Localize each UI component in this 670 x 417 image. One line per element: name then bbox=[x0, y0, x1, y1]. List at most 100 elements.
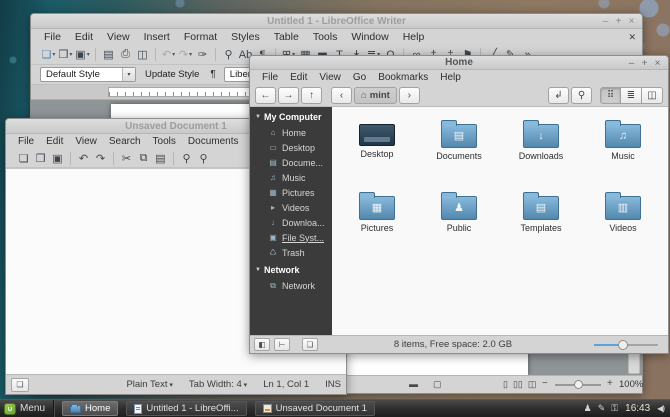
paragraph-style-select[interactable]: Default Style ▾ bbox=[40, 67, 136, 82]
sidebar-item-desktop[interactable]: ▭ Desktop bbox=[250, 140, 332, 155]
find-button[interactable]: ⚲ bbox=[178, 152, 195, 165]
xed-menu-item[interactable]: Edit bbox=[40, 136, 69, 147]
show-thumbnails-button[interactable]: ❏ bbox=[302, 338, 318, 351]
book-view-button[interactable]: ◫ bbox=[528, 379, 537, 390]
sidebar-item-music[interactable]: ♫ Music bbox=[250, 170, 332, 185]
breadcrumb[interactable]: ⌂ mint bbox=[354, 87, 397, 104]
open-button[interactable]: ❒ bbox=[32, 152, 49, 165]
close-button[interactable]: × bbox=[625, 14, 638, 29]
volume-icon[interactable]: ◀) bbox=[657, 404, 664, 413]
xed-menu-item[interactable]: Tools bbox=[147, 136, 182, 147]
find-replace-button[interactable]: ⚲ bbox=[220, 48, 237, 61]
copy-button[interactable]: ⧉ bbox=[135, 152, 152, 165]
multi-page-view-button[interactable]: ▯▯ bbox=[513, 379, 523, 390]
writer-menu-item[interactable]: Tools bbox=[306, 31, 345, 43]
sidebar-item-trash[interactable]: ♺ Trash bbox=[250, 245, 332, 260]
list-view-button[interactable]: ≣ bbox=[621, 87, 642, 104]
writer-menu-item[interactable]: Styles bbox=[224, 31, 267, 43]
writer-menu-item[interactable]: Window bbox=[344, 31, 395, 43]
zoom-in-button[interactable]: + bbox=[607, 378, 613, 389]
highlight-mode-select[interactable]: Plain Text bbox=[126, 379, 172, 390]
taskbar-window-writer[interactable]: Untitled 1 - LibreOffi... bbox=[126, 401, 246, 416]
folder-pictures[interactable]: ▦ Pictures bbox=[336, 187, 418, 253]
sidebar-item-network[interactable]: ⧉ Network bbox=[250, 278, 332, 293]
lock-icon[interactable]: ⚿ bbox=[611, 403, 618, 414]
search-button[interactable]: ⚲ bbox=[571, 87, 592, 104]
edit-location-button[interactable]: ↲ bbox=[548, 87, 569, 104]
new-document-button[interactable]: ❏ bbox=[40, 48, 57, 61]
xed-menu-item[interactable]: View bbox=[69, 136, 103, 147]
nemo-menu-item[interactable]: View bbox=[313, 72, 347, 83]
sidebar-section-network[interactable]: ▼ Network bbox=[250, 260, 332, 278]
single-page-view-button[interactable]: ▯ bbox=[503, 379, 508, 390]
document-modified-icon[interactable]: ▢ bbox=[433, 379, 442, 390]
folder-public[interactable]: ♟ Public bbox=[418, 187, 500, 253]
redo-button[interactable]: ↷ bbox=[92, 152, 109, 165]
grid-view-button[interactable]: ⠿ bbox=[600, 87, 621, 104]
open-button[interactable]: ❒ bbox=[57, 48, 74, 61]
replace-button[interactable]: ⚲ bbox=[195, 152, 212, 165]
sidebar-item-documents[interactable]: ▤ Docume... bbox=[250, 155, 332, 170]
folder-music[interactable]: ♫ Music bbox=[582, 115, 664, 181]
save-button[interactable]: ▣ bbox=[74, 48, 91, 61]
sidebar-item-downloads[interactable]: ↓ Downloa... bbox=[250, 215, 332, 230]
update-style-button[interactable]: Update Style bbox=[142, 69, 202, 80]
desktop[interactable]: Untitled 1 - LibreOffice Writer – + × Fi… bbox=[0, 0, 670, 417]
folder-downloads[interactable]: ↓ Downloads bbox=[500, 115, 582, 181]
redo-button[interactable]: ↷ bbox=[177, 48, 194, 61]
export-pdf-button[interactable]: ▤ bbox=[100, 48, 117, 61]
undo-button[interactable]: ↶ bbox=[160, 48, 177, 61]
minimize-button[interactable]: – bbox=[625, 56, 638, 71]
show-treeview-button[interactable]: ⊢ bbox=[274, 338, 290, 351]
folder-desktop[interactable]: Desktop bbox=[336, 115, 418, 181]
taskbar-window-xed[interactable]: Unsaved Document 1 bbox=[255, 401, 375, 416]
maximize-button[interactable]: + bbox=[612, 14, 625, 29]
nemo-menu-item[interactable]: File bbox=[256, 72, 284, 83]
zoom-level[interactable]: 100% bbox=[619, 379, 643, 390]
tab-width-select[interactable]: Tab Width: 4 bbox=[189, 379, 247, 390]
writer-menu-item[interactable]: Table bbox=[267, 31, 306, 43]
new-document-button[interactable]: ❏ bbox=[15, 152, 32, 165]
zoom-out-button[interactable]: − bbox=[542, 378, 548, 389]
writer-menu-item[interactable]: Help bbox=[396, 31, 432, 43]
file-list-area[interactable]: Desktop ▤ Documents ↓ Downloads ♫ Music bbox=[332, 107, 668, 335]
close-document-button[interactable]: ✕ bbox=[628, 32, 642, 43]
pen-icon[interactable]: ✎ bbox=[598, 403, 606, 414]
maximize-button[interactable]: + bbox=[638, 56, 651, 71]
folder-videos[interactable]: ▥ Videos bbox=[582, 187, 664, 253]
writer-menu-item[interactable]: Edit bbox=[68, 31, 100, 43]
writer-menu-item[interactable]: Insert bbox=[137, 31, 177, 43]
cut-button[interactable]: ✂ bbox=[118, 152, 135, 165]
paste-button[interactable]: ▤ bbox=[152, 152, 169, 165]
user-icon[interactable]: ♟ bbox=[584, 403, 592, 414]
zoom-slider[interactable] bbox=[555, 384, 601, 386]
update-style-icon[interactable]: ¶ bbox=[208, 69, 217, 80]
chevron-down-icon[interactable]: ▾ bbox=[122, 68, 135, 81]
nemo-titlebar[interactable]: Home – + × bbox=[250, 56, 668, 70]
nemo-menu-item[interactable]: Edit bbox=[284, 72, 313, 83]
sidebar-item-filesystem[interactable]: ▣ File Syst... bbox=[250, 230, 332, 245]
zoom-slider-handle[interactable] bbox=[574, 380, 583, 389]
writer-menu-item[interactable]: File bbox=[37, 31, 68, 43]
menu-button[interactable]: Menu bbox=[0, 400, 54, 417]
show-places-button[interactable]: ◧ bbox=[254, 338, 270, 351]
xed-menu-item[interactable]: Search bbox=[103, 136, 147, 147]
forward-button[interactable]: → bbox=[278, 87, 299, 104]
compact-view-button[interactable]: ◫ bbox=[642, 87, 663, 104]
close-button[interactable]: × bbox=[651, 56, 664, 71]
sidebar-item-pictures[interactable]: ▦ Pictures bbox=[250, 185, 332, 200]
breadcrumb-prev-button[interactable]: ‹ bbox=[331, 87, 352, 104]
nemo-menu-item[interactable]: Bookmarks bbox=[372, 72, 434, 83]
clock[interactable]: 16:43 bbox=[625, 403, 650, 414]
sidebar-section-my-computer[interactable]: ▼ My Computer bbox=[250, 107, 332, 125]
writer-menu-item[interactable]: View bbox=[100, 31, 137, 43]
back-button[interactable]: ← bbox=[255, 87, 276, 104]
selection-mode-icon[interactable]: ▬ bbox=[409, 379, 418, 389]
writer-menu-item[interactable]: Format bbox=[177, 31, 224, 43]
taskbar-window-home[interactable]: Home bbox=[62, 401, 118, 416]
writer-titlebar[interactable]: Untitled 1 - LibreOffice Writer – + × bbox=[31, 14, 642, 29]
xed-menu-item[interactable]: File bbox=[12, 136, 40, 147]
up-button[interactable]: ↑ bbox=[301, 87, 322, 104]
nemo-menu-item[interactable]: Help bbox=[434, 72, 467, 83]
xed-menu-item[interactable]: Documents bbox=[182, 136, 245, 147]
